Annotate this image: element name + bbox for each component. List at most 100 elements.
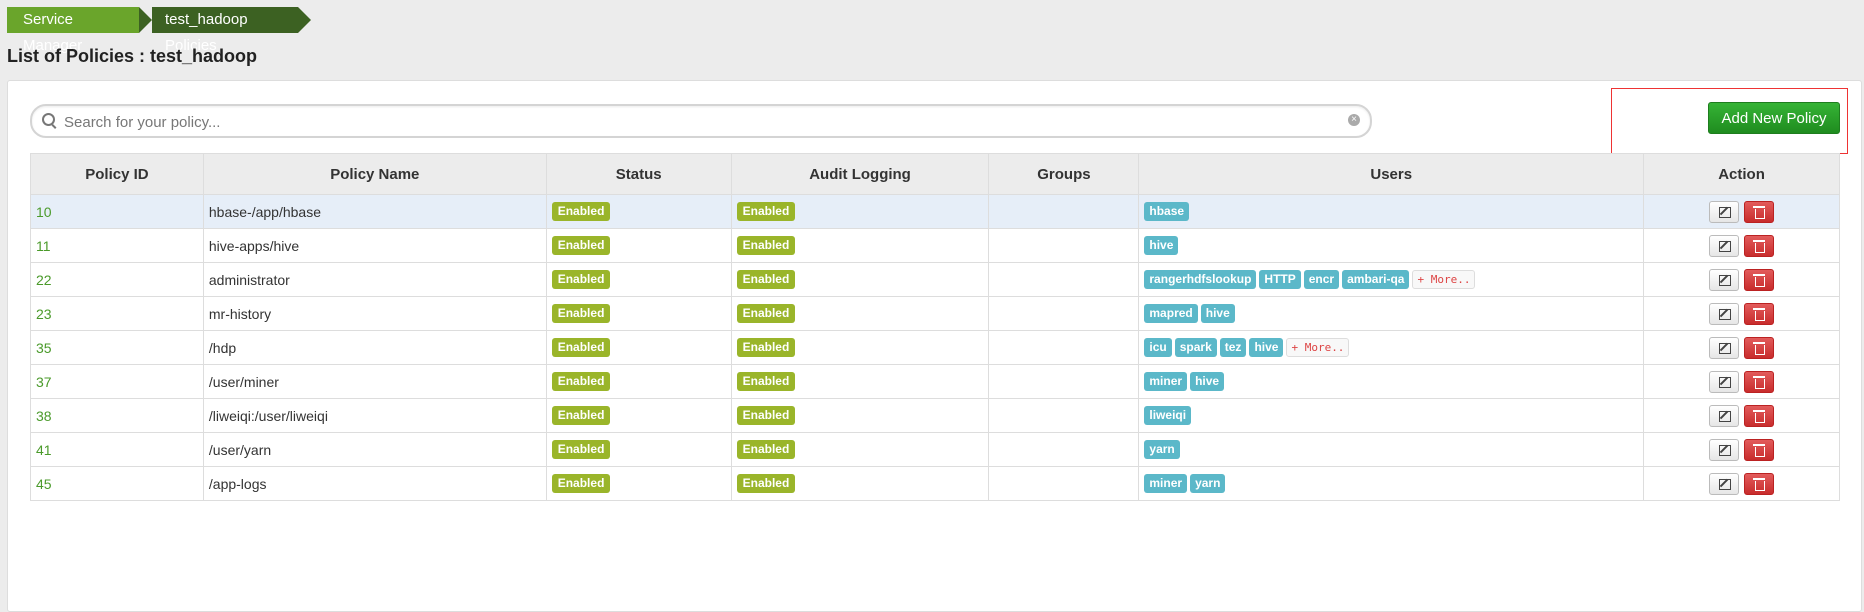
user-label: hbase bbox=[1144, 202, 1190, 221]
policy-id-link[interactable]: 38 bbox=[30, 398, 204, 433]
table-row: 10 hbase-/app/hbase Enabled Enabled hbas… bbox=[30, 194, 1840, 229]
breadcrumb: Service Manager test_hadoop Policies bbox=[7, 7, 312, 54]
groups-cell bbox=[988, 296, 1140, 331]
groups-cell bbox=[988, 364, 1140, 399]
action-cell bbox=[1643, 194, 1840, 229]
edit-icon[interactable] bbox=[1708, 200, 1739, 223]
groups-cell bbox=[988, 432, 1140, 467]
breadcrumb-service-manager[interactable]: Service Manager bbox=[7, 7, 152, 54]
user-label: encr bbox=[1303, 270, 1340, 289]
users-cell: icu spark tez hive + More.. bbox=[1138, 330, 1645, 365]
users-cell: liweiqi bbox=[1138, 398, 1645, 433]
audit-logging-badge: Enabled bbox=[736, 304, 796, 323]
action-cell bbox=[1643, 228, 1840, 263]
user-label: mapred bbox=[1144, 304, 1198, 323]
trash-icon[interactable] bbox=[1744, 234, 1775, 257]
action-cell bbox=[1643, 262, 1840, 297]
trash-icon[interactable] bbox=[1744, 200, 1775, 223]
groups-cell bbox=[988, 330, 1140, 365]
user-label: icu bbox=[1144, 338, 1172, 357]
user-label: spark bbox=[1174, 338, 1217, 357]
policy-id-link[interactable]: 23 bbox=[30, 296, 204, 331]
trash-icon[interactable] bbox=[1744, 302, 1775, 325]
trash-icon[interactable] bbox=[1744, 438, 1775, 461]
table-row: 22 administrator Enabled Enabled rangerh… bbox=[30, 262, 1840, 297]
add-new-policy-button[interactable]: Add New Policy bbox=[1708, 102, 1840, 134]
audit-logging-badge: Enabled bbox=[736, 372, 796, 391]
status-badge: Enabled bbox=[551, 440, 611, 459]
policy-id-link[interactable]: 35 bbox=[30, 330, 204, 365]
audit-logging-badge: Enabled bbox=[736, 270, 796, 289]
groups-cell bbox=[988, 398, 1140, 433]
trash-icon[interactable] bbox=[1744, 404, 1775, 427]
table-row: 45 /app-logs Enabled Enabled miner yarn bbox=[30, 466, 1840, 501]
user-label: yarn bbox=[1190, 474, 1226, 493]
user-label: ambari-qa bbox=[1342, 270, 1410, 289]
search-icon bbox=[42, 113, 55, 126]
policy-name: hive-apps/hive bbox=[202, 228, 547, 263]
user-label: hive bbox=[1249, 338, 1284, 357]
header-policy-id[interactable]: Policy ID bbox=[30, 153, 204, 195]
page-title: List of Policies : test_hadoop bbox=[7, 46, 258, 66]
trash-icon[interactable] bbox=[1744, 370, 1775, 393]
header-action: Action bbox=[1643, 153, 1840, 195]
trash-icon[interactable] bbox=[1744, 336, 1775, 359]
action-cell bbox=[1643, 296, 1840, 331]
table-row: 23 mr-history Enabled Enabled mapred hive bbox=[30, 296, 1840, 331]
users-cell: hive bbox=[1138, 228, 1645, 263]
policy-id-link[interactable]: 10 bbox=[30, 194, 204, 229]
policy-id-link[interactable]: 45 bbox=[30, 466, 204, 501]
edit-icon[interactable] bbox=[1708, 268, 1739, 291]
user-label: HTTP bbox=[1259, 270, 1301, 289]
user-label: tez bbox=[1219, 338, 1247, 357]
edit-icon[interactable] bbox=[1708, 234, 1739, 257]
groups-cell bbox=[988, 466, 1140, 501]
more-users-link[interactable]: + More.. bbox=[1412, 270, 1476, 289]
action-cell bbox=[1643, 330, 1840, 365]
trash-icon[interactable] bbox=[1744, 472, 1775, 495]
groups-cell bbox=[988, 194, 1140, 229]
status-badge: Enabled bbox=[551, 338, 611, 357]
table-row: 11 hive-apps/hive Enabled Enabled hive bbox=[30, 228, 1840, 263]
audit-logging-badge: Enabled bbox=[736, 236, 796, 255]
clear-icon[interactable]: × bbox=[1348, 114, 1360, 126]
policy-name: administrator bbox=[202, 262, 547, 297]
table-row: 35 /hdp Enabled Enabled icu spark tez hive +… bbox=[30, 330, 1840, 365]
user-label: hive bbox=[1144, 236, 1179, 255]
audit-logging-badge: Enabled bbox=[736, 406, 796, 425]
edit-icon[interactable] bbox=[1708, 370, 1739, 393]
action-cell bbox=[1643, 364, 1840, 399]
table-header-row: Policy ID Policy Name Status Audit Loggi… bbox=[30, 153, 1840, 195]
policy-id-link[interactable]: 41 bbox=[30, 432, 204, 467]
edit-icon[interactable] bbox=[1708, 472, 1739, 495]
trash-icon[interactable] bbox=[1744, 268, 1775, 291]
policies-panel: × Add New Policy Policy ID Policy Name S… bbox=[7, 80, 1862, 612]
policy-id-link[interactable]: 37 bbox=[30, 364, 204, 399]
policy-name: mr-history bbox=[202, 296, 547, 331]
header-groups: Groups bbox=[988, 153, 1140, 195]
breadcrumb-policies[interactable]: test_hadoop Policies bbox=[139, 7, 311, 54]
edit-icon[interactable] bbox=[1708, 404, 1739, 427]
users-cell: miner yarn bbox=[1138, 466, 1645, 501]
action-cell bbox=[1643, 398, 1840, 433]
status-badge: Enabled bbox=[551, 304, 611, 323]
policy-name: /user/yarn bbox=[202, 432, 547, 467]
user-label: yarn bbox=[1144, 440, 1180, 459]
more-users-link[interactable]: + More.. bbox=[1286, 338, 1350, 357]
table-row: 37 /user/miner Enabled Enabled miner hive bbox=[30, 364, 1840, 399]
users-cell: hbase bbox=[1138, 194, 1645, 229]
header-policy-name[interactable]: Policy Name bbox=[202, 153, 547, 195]
edit-icon[interactable] bbox=[1708, 336, 1739, 359]
table-row: 41 /user/yarn Enabled Enabled yarn bbox=[30, 432, 1840, 467]
policy-name: /hdp bbox=[202, 330, 547, 365]
edit-icon[interactable] bbox=[1708, 438, 1739, 461]
users-cell: yarn bbox=[1138, 432, 1645, 467]
search-input[interactable] bbox=[62, 110, 1336, 134]
edit-icon[interactable] bbox=[1708, 302, 1739, 325]
status-badge: Enabled bbox=[551, 270, 611, 289]
policy-id-link[interactable]: 11 bbox=[30, 228, 204, 263]
search-box[interactable]: × bbox=[30, 104, 1372, 138]
table-row: 38 /liweiqi:/user/liweiqi Enabled Enable… bbox=[30, 398, 1840, 433]
user-label: hive bbox=[1200, 304, 1235, 323]
policy-id-link[interactable]: 22 bbox=[30, 262, 204, 297]
